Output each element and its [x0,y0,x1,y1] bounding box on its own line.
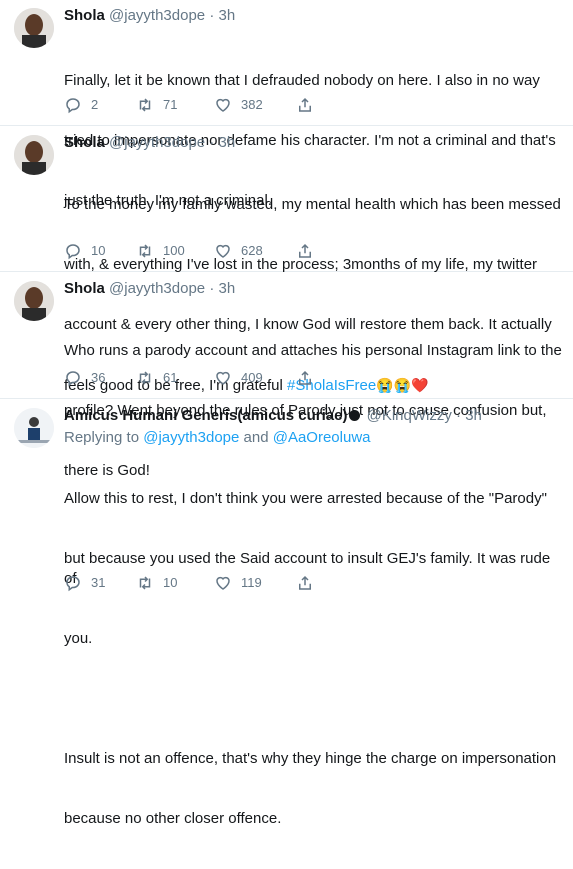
avatar[interactable] [14,8,54,48]
tweet-2[interactable]: Shola @jayyth3dope · 3h To the money my … [0,125,573,394]
reply-icon [66,371,80,387]
tweet-text-line: because no other closer offence. [64,810,282,827]
avatar-image [14,408,54,448]
tweet-actions: 36 61 409 [64,368,324,388]
tweet-header: Shola @jayyth3dope · 3h [64,279,563,299]
tweet-text-line: To the money my family wasted, my mental… [64,196,561,213]
avatar[interactable] [14,408,54,448]
reply-icon [66,98,80,114]
author-handle[interactable]: @jayyth3dope [109,7,205,24]
separator-dot: · [209,280,215,297]
author-handle[interactable]: @KinqWizzy [367,407,452,424]
replying-user-link[interactable]: @jayyth3dope [143,429,239,446]
tweet-header: Shola @jayyth3dope · 3h [64,133,563,153]
tweet-time[interactable]: 3h [218,134,235,151]
share-icon [299,243,311,258]
reply-count: 10 [91,243,106,258]
tweet-actions: 2 71 382 [64,95,324,115]
avatar-image [14,135,54,175]
heart-icon [216,98,230,112]
heart-icon [216,576,230,590]
replying-user-link[interactable]: @AaOreoluwa [273,429,371,446]
avatar-image [14,281,54,321]
tweet-text-line [64,689,563,709]
tweet-text-line: Insult is not an offence, that's why the… [64,750,557,767]
separator-dot: · [209,7,215,24]
author-handle[interactable]: @jayyth3dope [109,280,205,297]
tweet-header: Shola @jayyth3dope · 3h [64,6,563,26]
retweet-icon [139,371,151,385]
heart-icon [216,244,230,258]
avatar-image [14,8,54,48]
avatar[interactable] [14,281,54,321]
tweet-actions: 31 10 119 [64,573,324,593]
tweet-text-line: Who runs a parody account and attaches h… [64,342,562,359]
retweet-count: 71 [163,97,178,112]
retweet-icon [139,244,151,258]
reply-icon [66,576,80,592]
tweet-text: Allow this to rest, I don't think you we… [64,449,563,869]
author-name[interactable]: Shola [64,134,105,151]
tweet-text-line: you. [64,630,93,647]
tweet-time[interactable]: 3h [218,7,235,24]
tweet-actions: 10 100 628 [64,241,324,261]
like-count: 409 [241,370,263,385]
share-icon [299,97,311,112]
separator-dot: · [209,134,215,151]
share-icon [299,575,311,590]
avatar[interactable] [14,135,54,175]
retweet-icon [139,98,151,112]
author-name[interactable]: Shola [64,7,105,24]
replying-and: and [239,429,273,446]
tweet-1[interactable]: Shola @jayyth3dope · 3h Finally, let it … [0,0,573,209]
author-name[interactable]: Amicus Humani Generis(amicus curiae) [64,407,347,424]
reply-count: 2 [91,97,99,112]
tweet-4[interactable]: Amicus Humani Generis(amicus curiae) @Ki… [0,398,573,827]
retweet-count: 100 [163,243,185,258]
tweet-time[interactable]: 3h [465,407,482,424]
like-count: 382 [241,97,263,112]
heart-icon [216,371,230,385]
reply-icon [66,244,80,260]
verified-badge-icon [349,410,361,421]
separator-dot: · [456,407,462,424]
tweet-time[interactable]: 3h [218,280,235,297]
retweet-icon [139,576,151,590]
author-handle[interactable]: @jayyth3dope [109,134,205,151]
share-icon [299,370,311,385]
reply-count: 36 [91,370,106,385]
author-name[interactable]: Shola [64,280,105,297]
reply-count: 31 [91,575,106,590]
tweet-header: Amicus Humani Generis(amicus curiae) @Ki… [64,406,563,426]
tweet-3[interactable]: Shola @jayyth3dope · 3h Who runs a parod… [0,271,573,479]
like-count: 119 [241,575,262,590]
replying-to: Replying to @jayyth3dope and @AaOreoluwa [64,428,563,448]
tweet-text-line: Allow this to rest, I don't think you we… [64,490,547,507]
tweet-text-line: Finally, let it be known that I defraude… [64,72,540,89]
like-count: 628 [241,243,263,258]
retweet-count: 10 [163,575,178,590]
replying-prefix: Replying to [64,429,144,446]
retweet-count: 61 [163,370,178,385]
